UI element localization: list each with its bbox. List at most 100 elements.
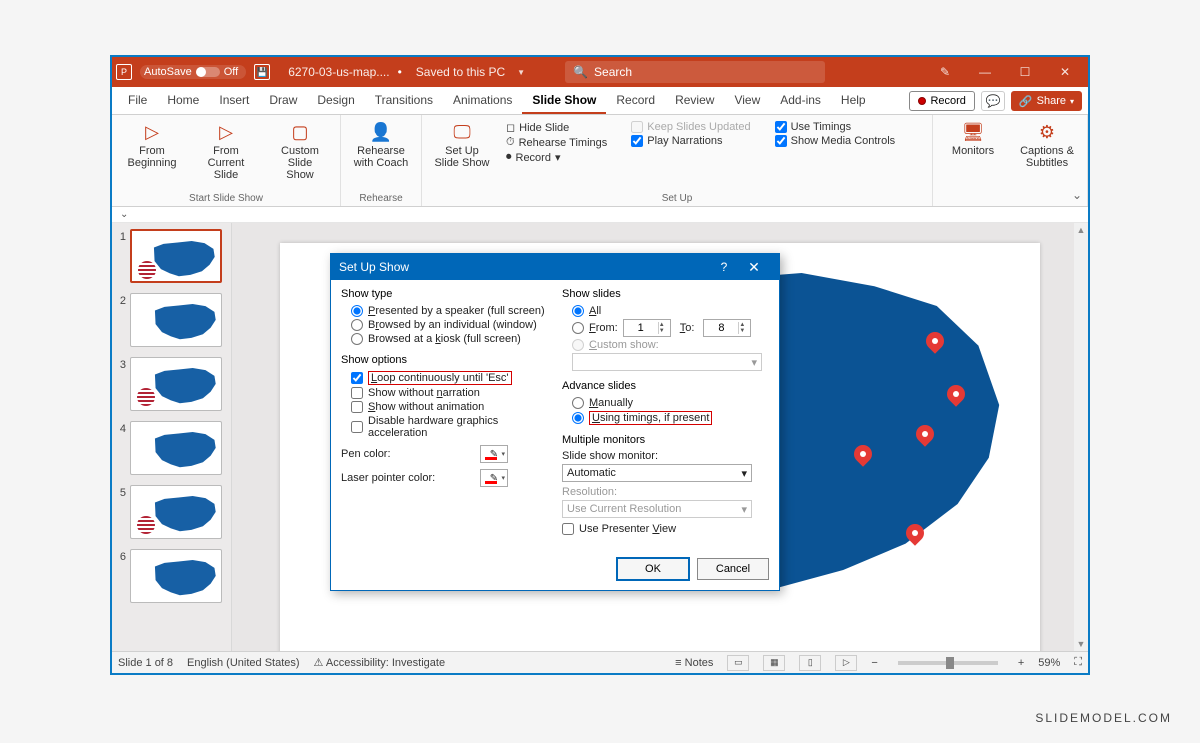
from-spinner[interactable]: ▲▼ [623, 319, 671, 337]
record-dot-icon [918, 97, 926, 105]
advance-slides-group: Advance slides Manually Using timings, i… [562, 380, 769, 426]
rehearse-timings-button[interactable]: ⏱ Rehearse Timings [506, 136, 607, 149]
record-dropdown-button[interactable]: ⏺ Record ▾ [506, 151, 607, 164]
ribbon-group-rehearse: 👤Rehearsewith Coach Rehearse [341, 115, 422, 206]
radio-manually[interactable]: Manually [562, 396, 769, 410]
filename-dropdown-icon[interactable]: ▼ [517, 68, 525, 77]
reading-view-button[interactable]: ▯ [799, 655, 821, 671]
collapse-ribbon-icon[interactable]: ⌄ [1072, 188, 1082, 202]
thumbnail-6[interactable]: 6 [116, 549, 227, 603]
setup-show-button[interactable]: 🖵Set UpSlide Show [430, 119, 494, 169]
radio-browsed-individual[interactable]: Browsed by an individual (window) [341, 318, 548, 332]
tab-insert[interactable]: Insert [209, 87, 259, 114]
save-icon[interactable]: 💾 [254, 64, 270, 80]
maximize-button[interactable]: ☐ [1012, 61, 1038, 83]
tab-add-ins[interactable]: Add-ins [770, 87, 831, 114]
ok-button[interactable]: OK [617, 558, 689, 580]
check-no-narration[interactable]: Show without narration [341, 386, 548, 400]
ribbon-group-start: ▷FromBeginning ▷FromCurrent Slide ▢Custo… [112, 115, 341, 206]
zoom-out-button[interactable]: − [871, 657, 877, 669]
close-button[interactable]: ✕ [1052, 61, 1078, 83]
saved-status: Saved to this PC [416, 65, 505, 79]
tab-design[interactable]: Design [307, 87, 364, 114]
coach-icon: 👤 [367, 121, 395, 143]
fit-window-button[interactable]: ⛶ [1074, 656, 1082, 669]
use-timings-checkbox[interactable]: Use Timings [775, 121, 896, 133]
radio-all[interactable]: All [562, 304, 769, 318]
tab-transitions[interactable]: Transitions [365, 87, 443, 114]
dialog-close-button[interactable]: ✕ [737, 259, 771, 276]
thumbnail-2[interactable]: 2 [116, 293, 227, 347]
zoom-slider[interactable] [898, 661, 998, 665]
accessibility-indicator[interactable]: ⚠ Accessibility: Investigate [314, 656, 446, 669]
to-spinner[interactable]: ▲▼ [703, 319, 751, 337]
pen-color-button[interactable]: ✎▾ [480, 445, 508, 463]
radio-from-to[interactable]: From: ▲▼ To: ▲▼ [562, 318, 769, 338]
resolution-select: Use Current Resolution▾ [562, 500, 752, 518]
thumbnail-5[interactable]: 5 [116, 485, 227, 539]
radio-browsed-kiosk[interactable]: Browsed at a kiosk (full screen) [341, 332, 548, 346]
autosave-toggle[interactable]: AutoSave Off [140, 65, 246, 79]
custom-show-button[interactable]: ▢Custom SlideShow [268, 119, 332, 181]
captions-icon: ⚙ [1033, 121, 1061, 143]
check-loop[interactable]: Loop continuously until 'Esc' [341, 370, 548, 386]
check-no-animation[interactable]: Show without animation [341, 400, 548, 414]
play-narrations-checkbox[interactable]: Play Narrations [631, 135, 750, 147]
setup-show-dialog: Set Up Show ? ✕ Show type Presented by a… [330, 253, 780, 591]
tab-slide-show[interactable]: Slide Show [522, 87, 606, 114]
tab-view[interactable]: View [724, 87, 770, 114]
tab-review[interactable]: Review [665, 87, 724, 114]
presenter-view-check[interactable]: Use Presenter View [562, 522, 769, 536]
keep-updated-checkbox[interactable]: Keep Slides Updated [631, 121, 750, 133]
filename: 6270-03-us-map.... [288, 65, 389, 79]
monitor-icon: 🖥 [959, 121, 987, 143]
from-beginning-button[interactable]: ▷FromBeginning [120, 119, 184, 169]
notes-button[interactable]: ≡ Notes [675, 657, 713, 669]
tab-record[interactable]: Record [606, 87, 665, 114]
tab-draw[interactable]: Draw [259, 87, 307, 114]
radio-custom-show[interactable]: Custom show: [562, 338, 769, 352]
dialog-title: Set Up Show [339, 260, 409, 274]
show-media-checkbox[interactable]: Show Media Controls [775, 135, 896, 147]
slideshow-view-button[interactable]: ▷ [835, 655, 857, 671]
zoom-in-button[interactable]: + [1018, 657, 1024, 669]
dialog-titlebar: Set Up Show ? ✕ [331, 254, 779, 280]
tab-file[interactable]: File [118, 87, 157, 114]
tab-animations[interactable]: Animations [443, 87, 522, 114]
normal-view-button[interactable]: ▭ [727, 655, 749, 671]
sorter-view-button[interactable]: ▦ [763, 655, 785, 671]
language-indicator[interactable]: English (United States) [187, 657, 300, 669]
vertical-scrollbar[interactable]: ▲▼ [1074, 223, 1088, 651]
captions-button[interactable]: ⚙Captions &Subtitles [1015, 119, 1079, 169]
laser-color-button[interactable]: ✎▾ [480, 469, 508, 487]
check-disable-hw[interactable]: Disable hardware graphics acceleration [341, 414, 548, 440]
tab-help[interactable]: Help [831, 87, 876, 114]
record-button[interactable]: Record [909, 91, 974, 111]
tab-home[interactable]: Home [157, 87, 209, 114]
ribbon-tabs: FileHomeInsertDrawDesignTransitionsAnima… [112, 87, 1088, 115]
radio-presented[interactable]: Presented by a speaker (full screen) [341, 304, 548, 318]
rehearse-coach-button[interactable]: 👤Rehearsewith Coach [349, 119, 413, 169]
thumbnail-1[interactable]: 1 [116, 229, 227, 283]
thumbnail-4[interactable]: 4 [116, 421, 227, 475]
radio-timings[interactable]: Using timings, if present [562, 410, 769, 426]
pen-color-label: Pen color: [341, 448, 391, 460]
monitor-select[interactable]: Automatic▾ [562, 464, 752, 482]
title-bar: P AutoSave Off 💾 6270-03-us-map.... • Sa… [112, 57, 1088, 87]
search-input[interactable]: 🔍 Search [565, 61, 825, 83]
hide-slide-button[interactable]: ◻ Hide Slide [506, 121, 607, 134]
search-placeholder: Search [594, 65, 632, 79]
resolution-label: Resolution: [562, 486, 769, 498]
cancel-button[interactable]: Cancel [697, 558, 769, 580]
from-current-button[interactable]: ▷FromCurrent Slide [194, 119, 258, 181]
dialog-help-button[interactable]: ? [711, 260, 737, 274]
monitors-button[interactable]: 🖥Monitors [941, 119, 1005, 157]
ribbon-mode-icon[interactable]: ✎ [932, 61, 958, 83]
ribbon: ▷FromBeginning ▷FromCurrent Slide ▢Custo… [112, 115, 1088, 207]
share-button[interactable]: 🔗 Share ▾ [1011, 91, 1082, 111]
minimize-button[interactable]: — [972, 61, 998, 83]
qat-expand-row[interactable]: ⌄ [112, 207, 1088, 223]
thumbnail-3[interactable]: 3 [116, 357, 227, 411]
watermark: SLIDEMODEL.COM [1035, 711, 1172, 725]
comments-button[interactable]: 💬 [981, 91, 1005, 111]
